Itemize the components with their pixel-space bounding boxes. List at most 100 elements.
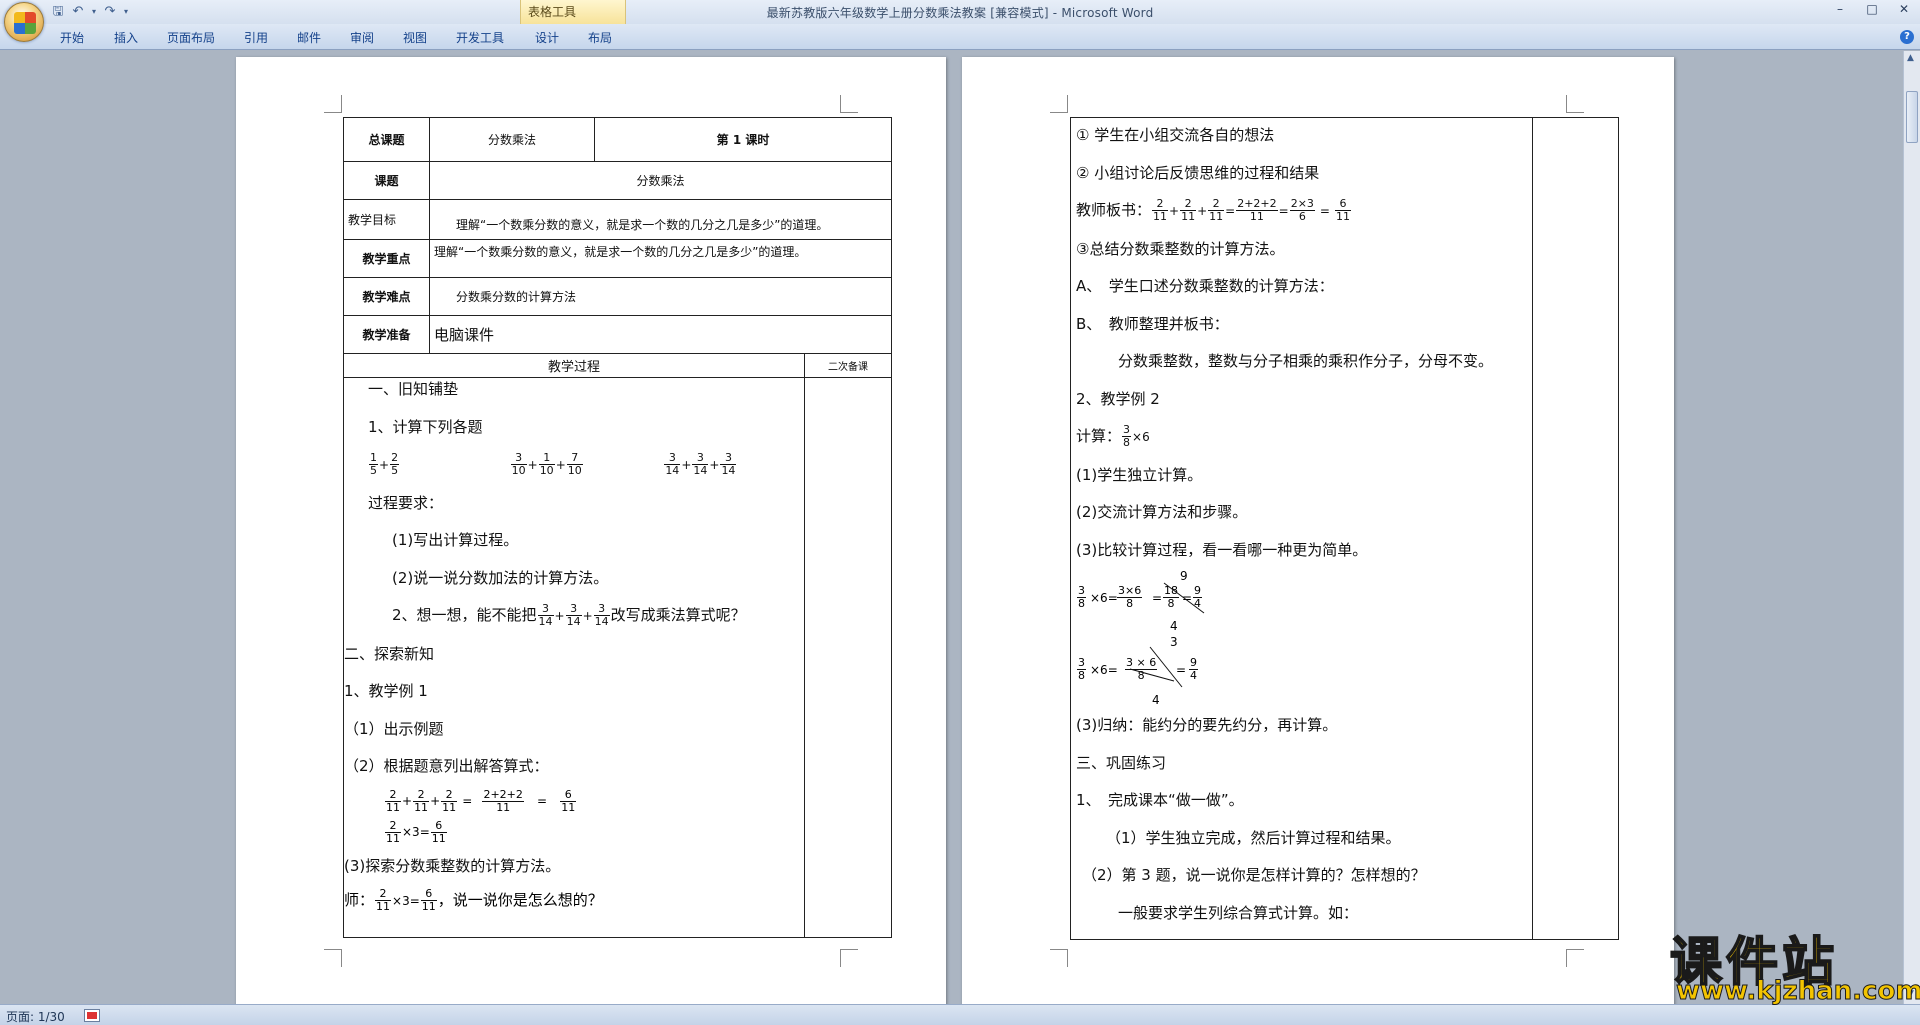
vertical-scrollbar[interactable]: ▲ ▼ [1903,51,1920,1004]
office-button[interactable] [4,2,44,42]
second-prep-cell [804,377,892,938]
fraction: 2+2+2 11 [1236,197,1278,223]
page-left: 总课题 分数乘法 第 1 课时 课题 分数乘法 教学目标 理解“一个数乘分数的意… [236,57,946,1017]
crop-mark [1050,95,1068,113]
continuation-body: ① 学生在小组交流各自的想法 ② 小组讨论后反馈思维的过程和结果 教师板书： 2 1… [1076,117,1532,932]
goal-label: 教学目标 [343,199,430,240]
practice-1c: 一般要求学生列综合算式计算。如： [1118,903,1359,922]
step-1: ① 学生在小组交流各自的想法 [1076,126,1275,144]
process-requirement: 过程要求： [368,493,444,512]
general-topic-value: 分数乘法 [429,117,595,162]
fraction: 25 [390,451,400,477]
independent-compute: (1)学生独立计算。 [1076,465,1203,484]
example-1-heading: 1、教学例 1 [344,682,428,700]
topic-label: 课题 [343,161,430,200]
fraction: 6 11 [430,818,447,845]
crop-mark [324,95,342,113]
general-topic-label: 总课题 [343,117,430,162]
compute-example-2: 计算： 3 8 ×6 [1076,423,1150,449]
tab-design[interactable]: 设计 [535,29,559,46]
difficulty-label: 教学难点 [343,277,430,316]
fraction: 3 14 [537,602,554,628]
crop-mark [1050,949,1068,967]
step-b: B、 教师整理并板书： [1076,314,1229,333]
fraction: 38 [1077,584,1086,610]
tab-layout[interactable]: 布局 [588,29,612,46]
cancel-stroke [1129,668,1175,682]
practice-heading: 三、巩固练习 [1076,753,1167,772]
fraction: 3 14 [565,602,582,628]
tab-references[interactable]: 引用 [244,29,268,46]
key-point-label: 教学重点 [343,239,430,278]
tab-review[interactable]: 审阅 [350,29,374,46]
fraction: 15 [369,451,378,477]
crop-mark [324,949,342,967]
step-a: A、 学生口述分数乘整数的计算方法： [1076,277,1334,295]
fraction: 2 11 [413,787,430,814]
tab-mailings[interactable]: 邮件 [297,29,321,46]
tab-insert[interactable]: 插入 [114,29,138,46]
document-workspace: 总课题 分数乘法 第 1 课时 课题 分数乘法 教学目标 理解“一个数乘分数的意… [0,51,1900,1017]
think-question: 2、想一想，能不能把 3 14 +3 14 +3 14 改写成乘法算式呢？ [392,602,746,628]
scroll-thumb[interactable] [1906,91,1918,143]
requirement-1: (1)写出计算过程。 [392,531,519,549]
crop-mark [840,95,858,113]
crop-mark [1566,949,1584,967]
fraction: 2 11 [375,887,392,913]
explore-heading: 二、探索新知 [344,644,435,663]
cancellation-example-1: 9 38 ×6= 3×6 8 = 18 8 = 94 4 [1076,569,1532,635]
fraction: 6 11 [420,887,437,913]
preparation-value: 电脑课件 [429,315,892,354]
proofing-icon[interactable] [84,1009,100,1022]
tab-home[interactable]: 开始 [60,29,84,46]
example-2-heading: 2、教学例 2 [1076,389,1160,408]
fraction: 2 11 [1208,197,1225,223]
key-point-value: 理解“一个数乘分数的意义，就是求一个数的几分之几是多少”的道理。 [429,239,892,278]
window-title: 最新苏教版六年级数学上册分数乘法教案 [兼容模式] - Microsoft Wo… [766,6,1154,20]
fraction: 3 14 [593,602,610,628]
fraction: 2 11 [1180,197,1197,223]
fraction: 6 11 [560,787,577,814]
cancel-stroke [1163,582,1205,614]
goal-value: 理解“一个数乘分数的意义，就是求一个数的几分之几是多少”的道理。 [429,199,892,240]
fraction: 6 11 [1334,197,1351,223]
crop-mark [840,949,858,967]
topic-value: 分数乘法 [429,161,892,200]
process-body: 一、旧知铺垫 1、计算下列各题 1 5 +2 5 3 10 +1 10 +7 10 3 14 +3 1… [344,371,804,916]
page-indicator[interactable]: 页面: 1/30 [6,1008,65,1025]
compare-process: (3)比较计算过程，看一看哪一种更为简单。 [1076,540,1368,559]
tab-view[interactable]: 视图 [403,29,427,46]
status-bar: 页面: 1/30 [0,1004,1920,1025]
fraction: 2 11 [1152,197,1169,223]
continuation-notes-cell [1532,117,1619,940]
summary-reduce: (3)归纳：能约分的要先约分，再计算。 [1076,716,1338,734]
rule-statement: 分数乘整数，整数与分子相乘的乘积作分子，分母不变。 [1118,352,1494,370]
minimize-icon[interactable]: – [1824,0,1856,20]
word-window: 🖫 ↶ ▾ ↷ ▾ 表格工具 最新苏教版六年级数学上册分数乘法教案 [兼容模式]… [0,0,1920,1025]
teacher-board-math: 教师板书： 2 11 +2 11 +2 11 = 2+2+2 11 = 2×3 6 = 6 11 [1076,197,1351,223]
title-bar: 🖫 ↶ ▾ ↷ ▾ 表格工具 最新苏教版六年级数学上册分数乘法教案 [兼容模式]… [0,0,1920,24]
scroll-up-icon[interactable]: ▲ [1907,53,1914,63]
fraction: 2 11 [385,787,401,814]
restore-icon[interactable]: □ [1856,0,1888,20]
ribbon-tabs: 开始 插入 页面布局 引用 邮件 审阅 视图 开发工具 设计 布局 [0,24,1920,50]
close-icon[interactable]: ✕ [1888,0,1920,20]
step-3: ③总结分数乘整数的计算方法。 [1076,239,1285,258]
window-controls: – □ ✕ [1824,0,1920,20]
fraction: 3 10 [510,451,527,477]
practice-1a: （1）学生独立完成，然后计算过程和结果。 [1106,828,1401,847]
page-right: ① 学生在小组交流各自的想法 ② 小组讨论后反馈思维的过程和结果 教师板书： 2 1… [962,57,1674,1017]
compute-list-label: 1、计算下列各题 [368,417,483,436]
help-icon[interactable]: ? [1900,30,1914,44]
tab-developer[interactable]: 开发工具 [456,29,504,46]
fraction: 38 [1077,656,1086,682]
fraction: 2 11 [441,787,458,814]
fraction: 94 [1189,656,1198,682]
practice-1b: （2）第 3 题，说一说你是怎样计算的？怎样想的？ [1082,866,1426,884]
tab-page-layout[interactable]: 页面布局 [167,29,215,46]
share-method: (2)交流计算方法和步骤。 [1076,503,1248,521]
fraction: 3 14 [692,451,709,477]
fraction: 2 11 [385,818,401,845]
list-formula: （2）根据题意列出解答算式： [344,757,549,775]
site-watermark: 课件站 www.kjzhan.com [1669,920,1920,1010]
